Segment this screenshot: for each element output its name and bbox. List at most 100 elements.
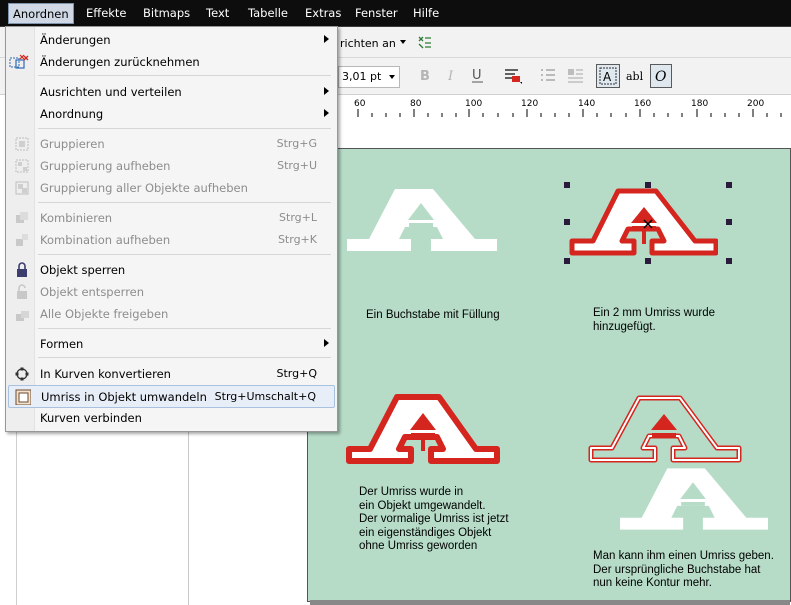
letter-a-outline-converted[interactable] bbox=[345, 393, 501, 465]
menu-item-label: Änderungen zurücknehmen bbox=[40, 55, 200, 69]
selection-handle[interactable] bbox=[726, 219, 732, 225]
submenu-arrow-icon bbox=[324, 339, 329, 347]
text-frame-icon: A bbox=[599, 67, 617, 85]
selection-handle[interactable] bbox=[564, 258, 570, 264]
menu-item-objekt-sperren[interactable]: Objekt sperren bbox=[8, 259, 335, 280]
menu-item-shortcut: Strg+K bbox=[277, 233, 317, 246]
unlock-icon bbox=[17, 284, 27, 299]
menu-tabelle[interactable]: Tabelle bbox=[248, 6, 288, 20]
menu-item-aenderungen[interactable]: Änderungen bbox=[8, 29, 335, 50]
selection-handle[interactable] bbox=[645, 182, 651, 188]
svg-text:O: O bbox=[655, 69, 667, 85]
menu-separator bbox=[38, 328, 331, 329]
group-icon bbox=[15, 137, 29, 151]
menu-item-shortcut: Strg+U bbox=[277, 159, 317, 172]
menu-item-aenderungen-zuruecknehmen[interactable]: Änderungen zurücknehmen bbox=[8, 51, 335, 72]
outline-width-value: 3,01 pt bbox=[342, 70, 382, 83]
combine-icon bbox=[16, 212, 28, 223]
menu-item-label: Objekt sperren bbox=[40, 263, 126, 277]
menu-item-ausrichten-verteilen[interactable]: Ausrichten und verteilen bbox=[8, 81, 335, 102]
selection-handle[interactable] bbox=[564, 182, 570, 188]
letter-a-no-outline[interactable] bbox=[620, 466, 768, 532]
break-apart-icon bbox=[16, 234, 28, 246]
svg-text:A: A bbox=[603, 70, 612, 84]
menu-item-alle-objekte-freigeben[interactable]: Alle Objekte freigeben bbox=[8, 303, 335, 324]
menu-item-gruppierung-aufheben[interactable]: Gruppierung aufheben Strg+U bbox=[8, 155, 335, 176]
submenu-arrow-icon bbox=[324, 87, 329, 95]
ruler-tick-marks bbox=[357, 109, 782, 117]
menu-item-label: Anordnung bbox=[40, 107, 104, 121]
menu-item-label: Kombination aufheben bbox=[40, 233, 171, 247]
menu-item-shortcut: Strg+G bbox=[276, 137, 317, 150]
menu-item-anordnung[interactable]: Anordnung bbox=[8, 103, 335, 124]
menu-item-kombinieren[interactable]: Kombinieren Strg+L bbox=[8, 207, 335, 228]
menu-item-gruppierung-aller-aufheben[interactable]: Gruppierung aller Objekte aufheben bbox=[8, 177, 335, 198]
menu-separator bbox=[38, 357, 331, 358]
bold-icon[interactable]: B bbox=[415, 64, 435, 86]
bullet-list-icon[interactable] bbox=[538, 64, 558, 86]
menu-separator bbox=[38, 128, 331, 129]
menu-item-kombination-aufheben[interactable]: Kombination aufheben Strg+K bbox=[8, 229, 335, 250]
paragraph-align-icon[interactable] bbox=[502, 64, 522, 86]
outline-to-object-icon bbox=[15, 389, 31, 405]
menu-anordnen[interactable]: Anordnen bbox=[8, 3, 74, 24]
pick-tool-icon[interactable] bbox=[5, 52, 27, 72]
svg-text:U: U bbox=[472, 68, 482, 83]
horizontal-ruler: 60 80 100 120 140 160 180 200 bbox=[338, 95, 791, 118]
italic-icon[interactable]: I bbox=[442, 64, 462, 86]
snap-lines-icon[interactable] bbox=[416, 34, 432, 50]
menu-item-label: Gruppieren bbox=[40, 137, 105, 151]
center-x-icon bbox=[643, 219, 653, 229]
menu-item-label: Objekt entsperren bbox=[40, 285, 145, 299]
unlock-all-icon bbox=[16, 311, 29, 321]
menu-item-shortcut: Strg+Umschalt+Q bbox=[214, 390, 316, 403]
letter-a-filled[interactable] bbox=[347, 187, 497, 253]
caption-new-outline: Man kann ihm einen Umriss geben. Der urs… bbox=[593, 550, 774, 589]
menu-item-gruppieren[interactable]: Gruppieren Strg+G bbox=[8, 133, 335, 154]
menu-item-formen[interactable]: Formen bbox=[8, 333, 335, 354]
menu-item-label: Gruppierung aller Objekte aufheben bbox=[40, 181, 248, 195]
selection-handle[interactable] bbox=[564, 219, 570, 225]
menu-item-label: Gruppierung aufheben bbox=[40, 159, 171, 173]
underline-icon[interactable]: U bbox=[468, 64, 488, 86]
text-frame-button[interactable]: A bbox=[596, 64, 620, 88]
menu-bar: Anordnen Effekte Bitmaps Text Tabelle Ex… bbox=[0, 0, 791, 27]
menu-separator bbox=[38, 202, 331, 203]
letter-a-outline-only[interactable] bbox=[588, 394, 744, 464]
align-dropdown-label[interactable]: richten an bbox=[340, 37, 396, 50]
menu-item-objekt-entsperren[interactable]: Objekt entsperren bbox=[8, 281, 335, 302]
selection-handle[interactable] bbox=[645, 258, 651, 264]
guide-line bbox=[188, 430, 189, 605]
menu-separator bbox=[38, 254, 331, 255]
svg-text:I: I bbox=[447, 69, 454, 84]
caption-filled: Ein Buchstabe mit Füllung bbox=[366, 309, 500, 321]
menu-fenster[interactable]: Fenster bbox=[355, 6, 398, 20]
ungroup-all-icon bbox=[15, 181, 29, 195]
menu-extras[interactable]: Extras bbox=[305, 6, 341, 20]
align-dropdown-arrow-icon[interactable] bbox=[400, 40, 406, 44]
text-glyph[interactable]: abl bbox=[626, 70, 643, 83]
italic-o-icon: O bbox=[655, 69, 667, 85]
lock-icon bbox=[17, 262, 27, 277]
page-shadow bbox=[310, 600, 790, 605]
outline-width-select[interactable]: 3,01 pt bbox=[338, 66, 400, 88]
menu-item-umriss-in-objekt-umwandeln[interactable]: Umriss in Objekt umwandeln Strg+Umschalt… bbox=[8, 385, 335, 408]
selection-handle[interactable] bbox=[726, 182, 732, 188]
menu-item-label: Umriss in Objekt umwandeln bbox=[41, 390, 207, 404]
menu-item-in-kurven-konvertieren[interactable]: In Kurven konvertieren Strg+Q bbox=[8, 363, 335, 384]
menu-text[interactable]: Text bbox=[206, 6, 229, 20]
italic-frame-button[interactable]: O bbox=[650, 64, 672, 88]
submenu-arrow-icon bbox=[324, 109, 329, 117]
selection-handle[interactable] bbox=[726, 258, 732, 264]
menu-item-kurven-verbinden[interactable]: Kurven verbinden bbox=[8, 407, 335, 428]
menu-item-shortcut: Strg+Q bbox=[276, 367, 317, 380]
menu-bitmaps[interactable]: Bitmaps bbox=[143, 6, 190, 20]
menu-effekte[interactable]: Effekte bbox=[86, 6, 127, 20]
dropcap-icon[interactable] bbox=[565, 64, 585, 86]
menu-hilfe[interactable]: Hilfe bbox=[413, 6, 439, 20]
menu-item-shortcut: Strg+L bbox=[279, 211, 317, 224]
menu-item-label: Änderungen bbox=[40, 33, 111, 47]
menu-item-label: Kurven verbinden bbox=[40, 411, 142, 425]
menu-item-label: Kombinieren bbox=[40, 211, 113, 225]
submenu-arrow-icon bbox=[324, 35, 329, 43]
